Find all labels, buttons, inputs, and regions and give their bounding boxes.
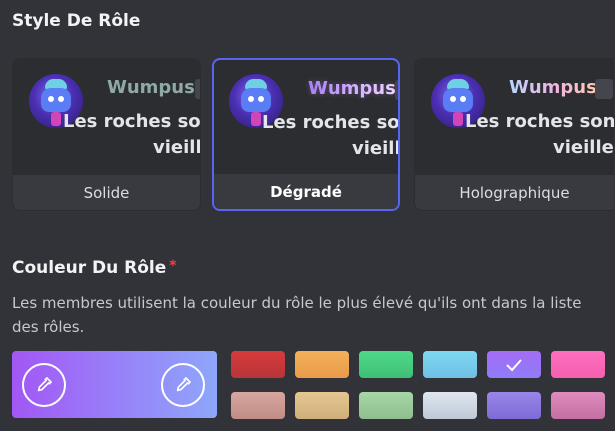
style-option-gradient[interactable]: Wumpus Les roches sont vieilles Dégradé [212,58,400,211]
eyedropper-icon [37,377,52,392]
tag-badge [195,79,200,99]
tag-badge [595,79,613,99]
role-style-settings: Style De Rôle Wumpus Les roches sont vie… [0,0,615,431]
color-swatch[interactable] [295,351,349,378]
color-swatch[interactable] [551,351,605,378]
preview-message-line2: vieilles [553,137,614,158]
color-swatch[interactable] [359,392,413,419]
checkmark-icon [487,351,541,378]
message-preview: Wumpus Les roches sont vieilles [214,60,398,178]
color-swatch[interactable] [231,392,285,419]
eyedropper-start-button[interactable] [22,363,66,407]
color-swatch[interactable] [231,351,285,378]
preview-message-line1: Les roches sont [63,111,200,132]
custom-gradient-picker[interactable] [12,351,217,418]
preview-message-line2: vieilles [352,138,398,159]
role-color-title: Couleur Du Rôle * [12,258,177,278]
role-color-description: Les membres utilisent la couleur du rôle… [12,294,582,336]
color-swatch[interactable] [551,392,605,419]
tag-badge [395,80,398,100]
role-style-title: Style De Rôle [12,11,141,31]
preview-username: Wumpus [308,78,396,99]
required-marker: * [169,258,177,274]
message-preview: Wumpus Les roches sont vieilles [415,59,614,177]
preview-message-line1: Les roches sont [262,112,398,133]
color-swatch[interactable] [295,392,349,419]
preview-message-line1: Les roches sont [465,111,614,132]
color-swatch[interactable] [487,351,541,378]
color-swatch[interactable] [423,351,477,378]
eyedropper-end-button[interactable] [161,363,205,407]
role-color-title-text: Couleur Du Rôle [12,258,167,278]
preview-username: Wumpus [107,77,195,98]
style-option-solid[interactable]: Wumpus Les roches sont vieilles Solide [12,58,201,211]
style-option-holographic[interactable]: Wumpus Les roches sont vieilles Holograp… [414,58,614,211]
style-option-label: Holographique [415,175,614,210]
preview-username: Wumpus [509,77,597,98]
message-preview: Wumpus Les roches sont vieilles [13,59,200,177]
color-swatch[interactable] [359,351,413,378]
color-swatch[interactable] [487,392,541,419]
style-option-label: Solide [13,175,200,210]
style-option-label: Dégradé [214,174,398,209]
preview-message-line2: vieilles [153,137,200,158]
eyedropper-icon [176,377,191,392]
color-swatch[interactable] [423,392,477,419]
